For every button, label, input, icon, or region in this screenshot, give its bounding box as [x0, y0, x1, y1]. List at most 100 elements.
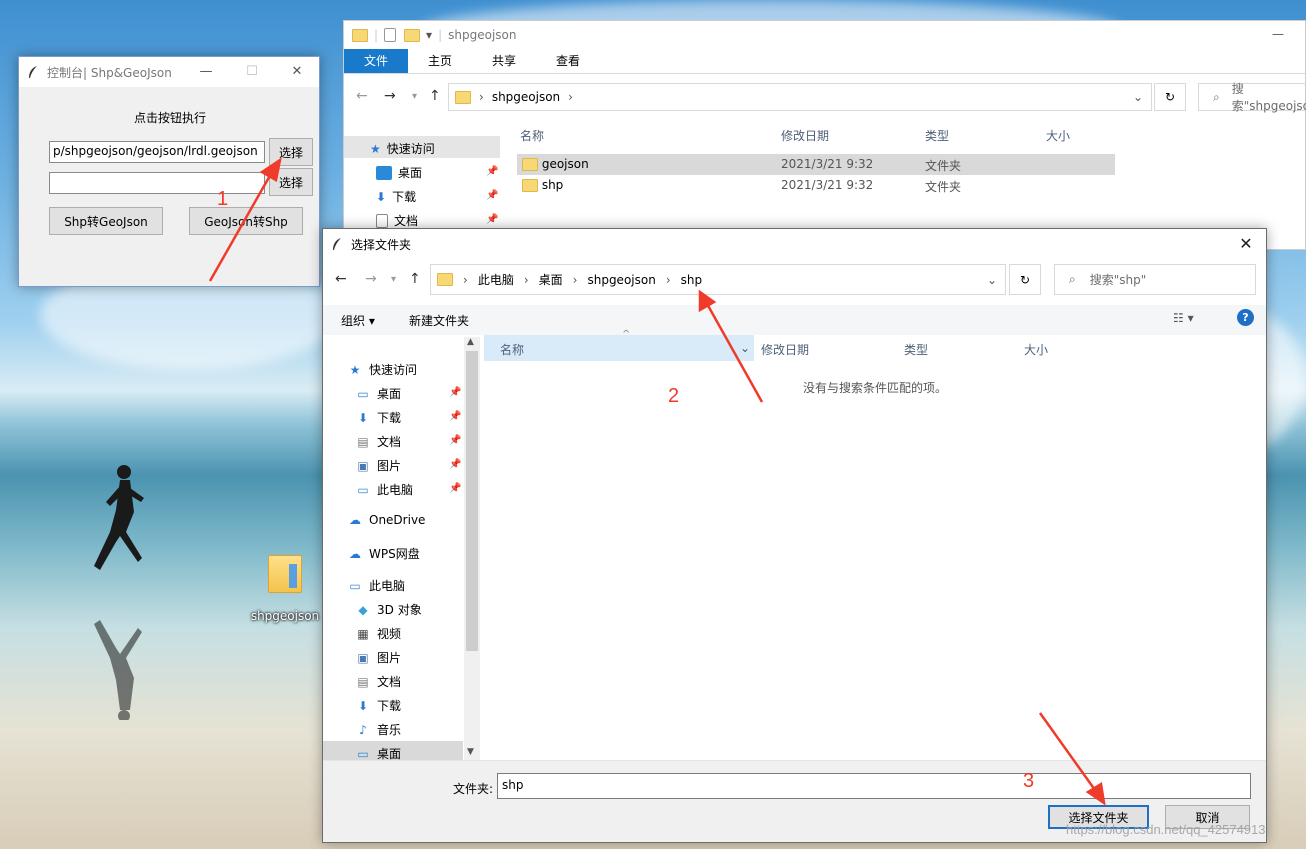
help-icon[interactable]: ? [1237, 309, 1254, 326]
nav-item-9[interactable]: ◆ 3D 对象 [355, 601, 421, 618]
back-arrow-icon[interactable]: ← [356, 88, 368, 104]
nav-label: 图片 [377, 651, 402, 665]
nav-item-6[interactable]: ☁ OneDrive [347, 513, 425, 527]
address-dropdown-icon[interactable]: ⌄ [1133, 90, 1143, 104]
folder-icon [455, 90, 471, 104]
nav-item-13[interactable]: ⬇ 下载 [355, 697, 401, 714]
new-folder-button[interactable]: 新建文件夹 [409, 312, 469, 329]
forward-arrow-icon[interactable]: → [365, 271, 377, 287]
nav-label: 文档 [377, 675, 402, 689]
column-name[interactable]: 名称 [520, 127, 544, 144]
desktop-folder-shortcut[interactable]: shpgeojson [250, 555, 320, 623]
nav-scrollbar[interactable]: ▲ ▼ [464, 337, 480, 761]
dialog-search-input[interactable]: ⌕ 搜索"shp" [1054, 264, 1256, 295]
explorer-search-input[interactable]: ⌕ 搜索"shpgeojson" [1198, 82, 1306, 113]
explorer-address-bar[interactable]: › shpgeojson › ⌄ [448, 83, 1152, 111]
watermark: https://blog.csdn.net/qq_42574913 [1066, 822, 1266, 837]
nav-item-12[interactable]: ▤ 文档 [355, 673, 401, 690]
second-path-input[interactable] [49, 172, 265, 194]
refresh-button[interactable]: ↻ [1154, 83, 1186, 111]
column-type[interactable]: 类型 [904, 341, 928, 358]
tab-file[interactable]: 文件 [344, 49, 409, 73]
pin-icon: 📌 [449, 387, 462, 398]
annotation-number-3: 3 [1023, 770, 1035, 792]
back-arrow-icon[interactable]: ← [335, 271, 347, 287]
nav-documents[interactable]: 文档 [376, 212, 418, 229]
breadcrumb-desktop[interactable]: 桌面 [539, 271, 563, 288]
breadcrumb-shp[interactable]: shp [681, 273, 702, 287]
nav-label: 视频 [377, 627, 402, 641]
nav-quick-access[interactable]: ★ 快速访问 [370, 140, 435, 157]
dialog-address-row: ← → ▾ ↑ › 此电脑 › 桌面 › shpgeojson › shp ⌄ … [323, 261, 1266, 301]
nav-item-2[interactable]: ⬇ 下载 [355, 409, 401, 426]
geojson-to-shp-button[interactable]: GeoJson转Shp [189, 207, 303, 235]
nav-item-1[interactable]: ▭ 桌面 [355, 385, 401, 402]
file-date: 2021/3/21 9:32 [781, 178, 874, 192]
up-arrow-icon[interactable]: ↑ [409, 271, 421, 287]
shp-to-geojson-button[interactable]: Shp转GeoJson [49, 207, 163, 235]
tab-share[interactable]: 共享 [472, 49, 536, 73]
recent-chevron-icon[interactable]: ▾ [391, 274, 396, 285]
nav-item-8[interactable]: ▭ 此电脑 [347, 577, 405, 594]
desktop-icon: ▭ [357, 746, 369, 761]
tab-view[interactable]: 查看 [536, 49, 600, 73]
refresh-button[interactable]: ↻ [1009, 264, 1041, 295]
forward-arrow-icon[interactable]: → [384, 88, 396, 104]
column-date[interactable]: 修改日期 [761, 341, 809, 358]
pin-icon: 📌 [449, 483, 462, 494]
address-dropdown-icon[interactable]: ⌄ [987, 273, 997, 287]
minimize-button[interactable]: — [183, 57, 229, 87]
nav-item-3[interactable]: ▤ 文档 [355, 433, 401, 450]
folder-name-input[interactable]: shp [497, 773, 1251, 799]
minimize-button[interactable]: — [1272, 27, 1284, 41]
explorer-window: | ▾ | shpgeojson — 文件 主页 共享 查看 ← → ▾ ↑ › … [343, 20, 1306, 250]
column-date[interactable]: 修改日期 [781, 127, 829, 144]
properties-icon[interactable] [384, 28, 397, 42]
select-button-2[interactable]: 选择 [269, 168, 313, 196]
tab-home[interactable]: 主页 [408, 49, 472, 73]
geojson-path-input[interactable]: p/shpgeojson/geojson/lrdl.geojson [49, 141, 265, 163]
close-button[interactable]: ✕ [274, 57, 320, 87]
folder-field-label: 文件夹: [453, 782, 494, 796]
nav-item-7[interactable]: ☁ WPS网盘 [347, 545, 420, 562]
download-icon: ⬇ [376, 189, 387, 204]
column-size[interactable]: 大小 [1024, 341, 1048, 358]
new-folder-icon[interactable] [404, 28, 421, 42]
dialog-address-bar[interactable]: › 此电脑 › 桌面 › shpgeojson › shp ⌄ [430, 264, 1006, 295]
nav-item-5[interactable]: ▭ 此电脑 [355, 481, 413, 498]
file-name: geojson [541, 157, 589, 171]
nav-item-14[interactable]: ♪ 音乐 [355, 721, 401, 738]
explorer-titlebar: | ▾ | shpgeojson — [344, 21, 1305, 49]
select-button-1[interactable]: 选择 [269, 138, 313, 166]
file-row-shp[interactable]: shp [522, 178, 563, 192]
maximize-button[interactable]: ☐ [229, 57, 275, 87]
scroll-up-icon[interactable]: ▲ [467, 337, 474, 347]
nav-downloads[interactable]: ⬇ 下载 [376, 188, 416, 205]
nav-item-11[interactable]: ▣ 图片 [355, 649, 401, 666]
nav-item-0[interactable]: ★ 快速访问 [347, 361, 417, 378]
instruction-label: 点击按钮执行 [133, 111, 206, 125]
column-size[interactable]: 大小 [1046, 127, 1070, 144]
scrollbar-thumb[interactable] [466, 351, 478, 651]
runner-silhouette [94, 465, 144, 570]
nav-item-4[interactable]: ▣ 图片 [355, 457, 401, 474]
nav-desktop[interactable]: 桌面 [376, 164, 422, 181]
cloud-icon: ☁ [349, 546, 361, 561]
breadcrumb-shpgeojson[interactable]: shpgeojson [587, 273, 655, 287]
column-type[interactable]: 类型 [925, 127, 949, 144]
recent-chevron-icon[interactable]: ▾ [412, 91, 417, 102]
up-arrow-icon[interactable]: ↑ [429, 88, 441, 104]
breadcrumb-this-pc[interactable]: 此电脑 [478, 271, 514, 288]
scroll-down-icon[interactable]: ▼ [467, 747, 474, 757]
pin-icon: 📌 [449, 459, 462, 470]
close-button[interactable]: ✕ [1223, 229, 1269, 259]
file-row-geojson[interactable]: geojson [522, 157, 589, 171]
cube-icon: ◆ [358, 602, 368, 617]
column-dropdown-icon[interactable]: ⌄ [740, 341, 750, 355]
organize-menu[interactable]: 组织 ▾ [341, 312, 375, 329]
column-name[interactable]: 名称 [500, 341, 524, 358]
dialog-titlebar: 选择文件夹 [323, 229, 1266, 259]
view-options-icon[interactable]: ☷ ▾ [1173, 311, 1194, 325]
nav-item-10[interactable]: ▦ 视频 [355, 625, 401, 642]
address-segment[interactable]: shpgeojson [492, 90, 560, 104]
